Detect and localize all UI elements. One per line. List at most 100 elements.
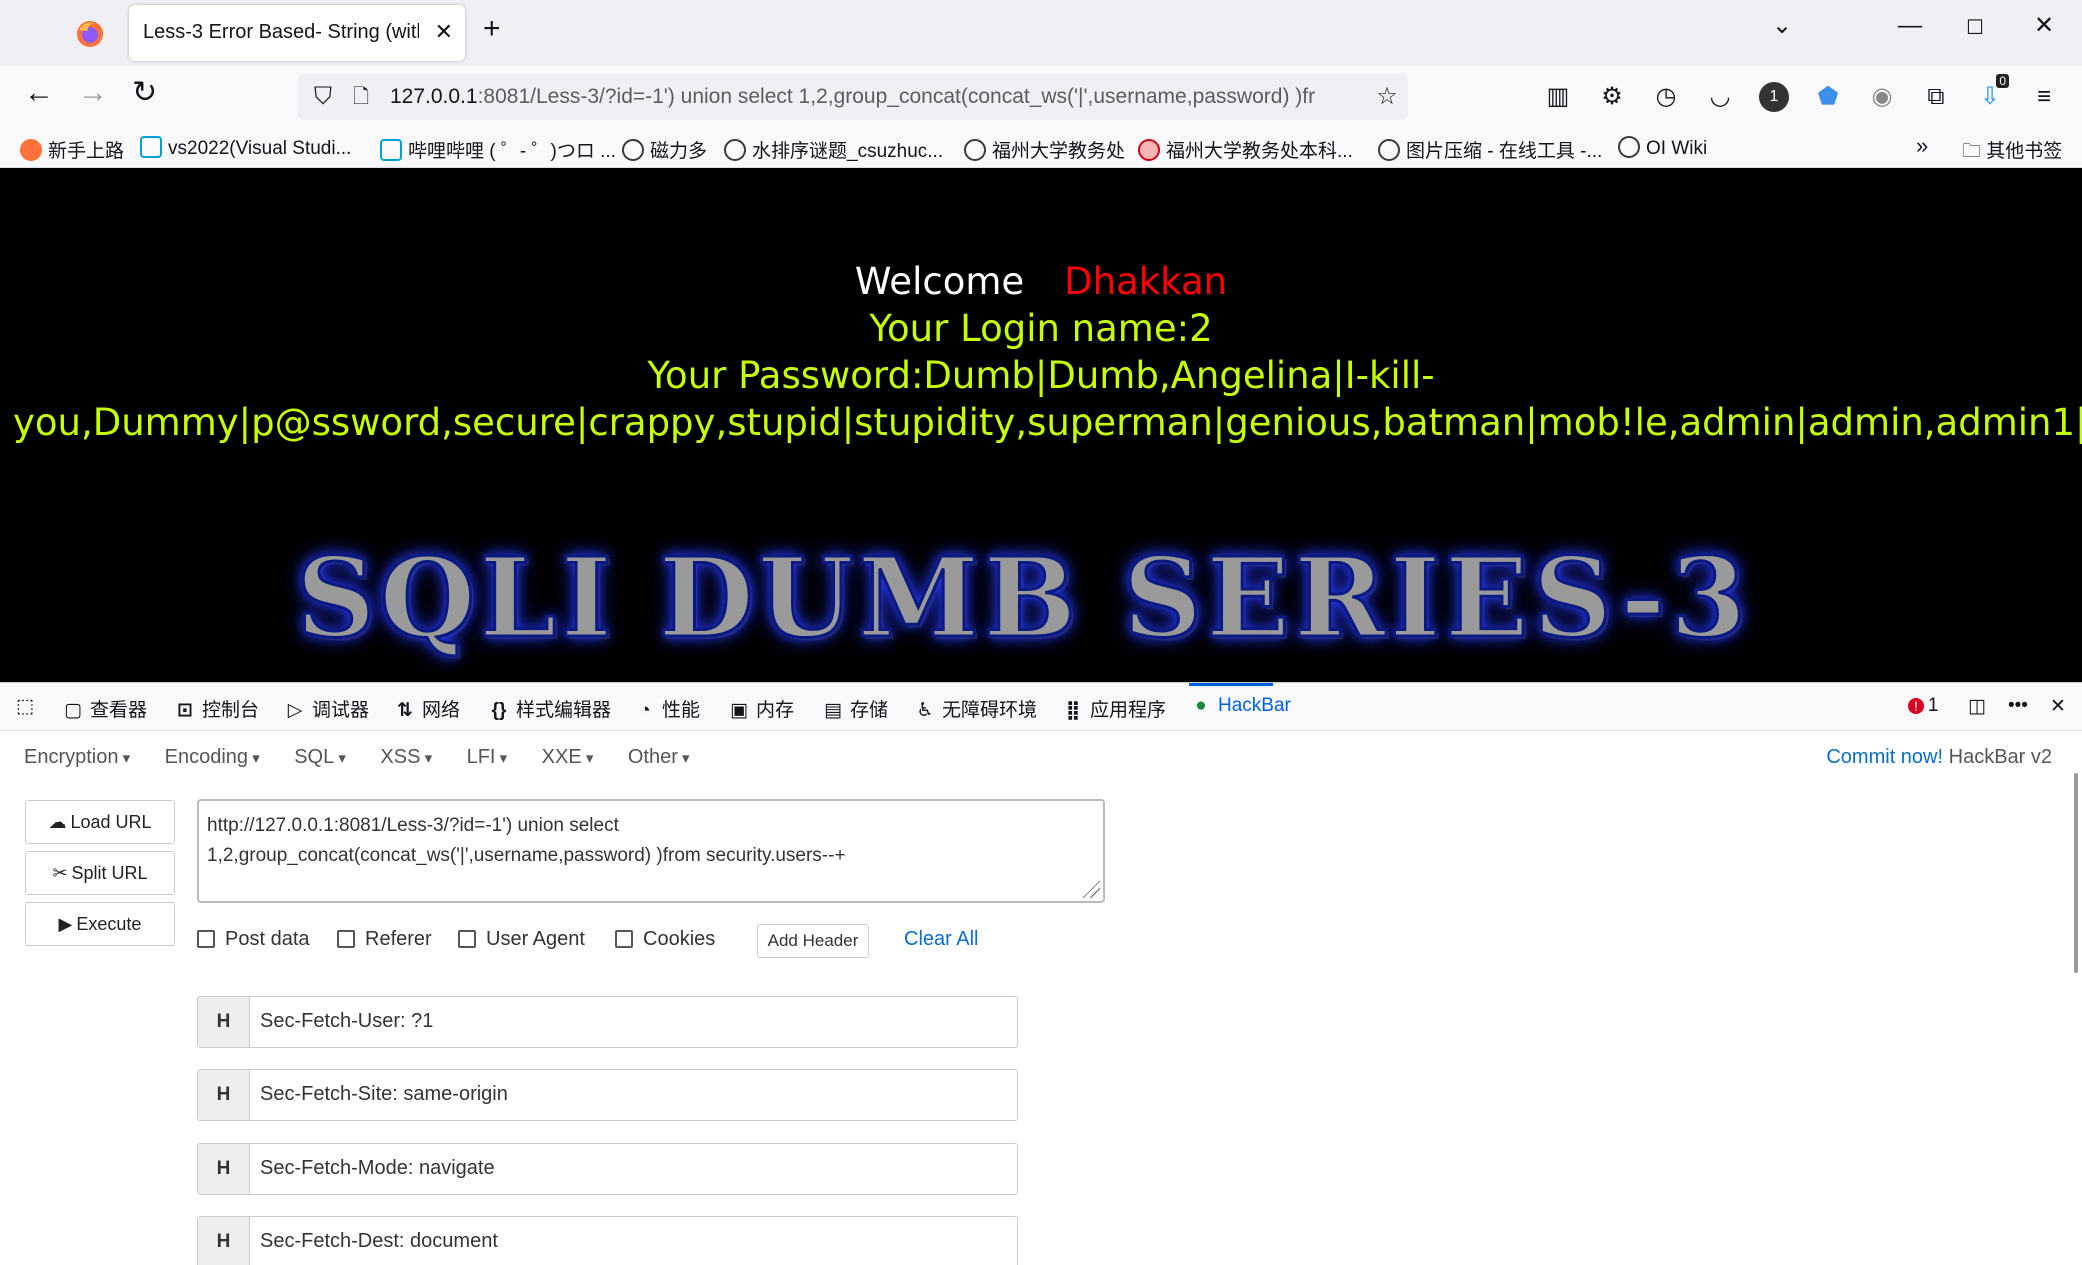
cookies-checkbox[interactable]: Cookies [615, 928, 715, 951]
extension-badge-icon[interactable]: 1 [1759, 82, 1789, 112]
menu-encoding[interactable]: Encoding [165, 746, 260, 769]
other-bookmarks[interactable]: 🗀 其他书签 [1962, 136, 2062, 169]
vpn-shield-icon[interactable]: ⬟ [1813, 82, 1843, 112]
checkbox-box[interactable] [615, 930, 633, 948]
tab-accessibility[interactable]: ♿ 无障碍环境 [914, 695, 1037, 722]
inspector-icon: ▢ [64, 700, 82, 721]
url-line-1: http://127.0.0.1:8081/Less-3/?id=-1') un… [207, 815, 619, 836]
header-row[interactable]: H Sec-Fetch-User: ?1 [197, 996, 1018, 1048]
pocket-icon[interactable]: ◡ [1705, 82, 1735, 112]
header-key: H [198, 1144, 250, 1194]
bookmark-item[interactable]: OI Wiki [1618, 136, 1707, 160]
checkbox-box[interactable] [197, 930, 215, 948]
header-row[interactable]: H Sec-Fetch-Mode: navigate [197, 1143, 1018, 1195]
tab-debugger[interactable]: ▷ 调试器 [284, 695, 369, 722]
menu-hamburger-icon[interactable]: ≡ [2029, 82, 2059, 112]
circle-extension-icon[interactable]: ◉ [1867, 82, 1897, 112]
header-value[interactable]: Sec-Fetch-User: ?1 [260, 1010, 433, 1033]
add-header-button[interactable]: Add Header [757, 924, 869, 958]
tab-application[interactable]: ⣿ 应用程序 [1062, 695, 1166, 722]
execute-button[interactable]: ▶ Execute [25, 902, 175, 946]
shield-icon[interactable]: ⛉ [308, 82, 338, 112]
header-value[interactable]: Sec-Fetch-Site: same-origin [260, 1083, 508, 1106]
tab-performance[interactable]: ◔ 性能 [634, 695, 700, 722]
referer-checkbox[interactable]: Referer [337, 928, 432, 951]
tab-title: Less-3 Error Based- String (with Tw [143, 21, 419, 43]
bookmark-star-icon[interactable]: ☆ [1372, 82, 1402, 112]
close-tab-icon[interactable]: ✕ [435, 19, 453, 45]
more-options-icon[interactable]: ••• [2008, 695, 2028, 717]
checkbox-box[interactable] [337, 930, 355, 948]
user-agent-checkbox[interactable]: User Agent [458, 928, 585, 951]
url-textarea[interactable]: http://127.0.0.1:8081/Less-3/?id=-1') un… [197, 799, 1105, 903]
tab-label: 无障碍环境 [942, 700, 1038, 721]
minimize-button[interactable]: — [1898, 14, 1922, 38]
load-url-button[interactable]: ☁ Load URL [25, 800, 175, 844]
tab-hackbar[interactable]: ● HackBar [1190, 695, 1291, 717]
bookmark-item[interactable]: 水排序谜题_csuzhuc... [724, 136, 943, 163]
clear-all-link[interactable]: Clear All [904, 928, 978, 951]
menu-sql[interactable]: SQL [294, 746, 346, 769]
hackbar-icon: ● [1195, 695, 1207, 716]
dock-side-icon[interactable]: ◫ [1968, 695, 1986, 718]
address-bar[interactable]: ⛉ 🗋 127.0.0.1:8081/Less-3/?id=-1') union… [298, 74, 1408, 120]
bookmark-label: 磁力多 [650, 141, 708, 162]
option-label: Referer [365, 928, 432, 950]
bookmark-item[interactable]: 福州大学教务处 [964, 136, 1125, 163]
reader-view-icon[interactable]: ▥ [1543, 82, 1573, 112]
commit-now-link[interactable]: Commit now! [1826, 746, 1943, 768]
header-value[interactable]: Sec-Fetch-Mode: navigate [260, 1157, 495, 1180]
tab-network[interactable]: ⇅ 网络 [394, 695, 460, 722]
split-url-button[interactable]: ✂ Split URL [25, 851, 175, 895]
back-icon[interactable]: ← [24, 78, 54, 108]
header-row[interactable]: H Sec-Fetch-Dest: document [197, 1216, 1018, 1265]
resize-grip-icon[interactable] [1082, 880, 1100, 898]
extensions-puzzle-icon[interactable]: ⧉ [1921, 82, 1951, 112]
tab-less-3[interactable]: Less-3 Error Based- String (with Tw ✕ [129, 5, 465, 61]
settings-gear-icon[interactable]: ⚙ [1597, 82, 1627, 112]
login-name-text: Your Login name:2 [869, 307, 1213, 350]
hackbar-menu: Encryption Encoding SQL XSS LFI XXE Othe… [24, 746, 720, 786]
new-tab-button[interactable]: + [483, 14, 501, 44]
bookmark-item[interactable]: 新手上路 [20, 136, 124, 163]
post-data-checkbox[interactable]: Post data [197, 928, 310, 951]
more-bookmarks-chevron-icon[interactable]: » [1916, 133, 1928, 159]
bookmark-item[interactable]: 图片压缩 - 在线工具 -... [1378, 136, 1602, 163]
globe-icon [1618, 136, 1640, 158]
menu-xss[interactable]: XSS [380, 746, 432, 769]
history-clock-icon[interactable]: ◷ [1651, 82, 1681, 112]
menu-lfi[interactable]: LFI [467, 746, 508, 769]
forward-icon[interactable]: → [78, 78, 108, 108]
sqli-dumb-series-logo: SQLI DUMB SERIES-3 [294, 532, 1751, 664]
list-tabs-icon[interactable]: ⌄ [1772, 14, 1792, 38]
error-count-badge[interactable]: ! 1 [1908, 695, 1938, 717]
bookmark-label: OI Wiki [1646, 138, 1708, 159]
bookmark-item[interactable]: 哔哩哔哩 ( ゜- ゜)つロ ... [380, 136, 616, 163]
bookmark-item[interactable]: 福州大学教务处本科... [1138, 136, 1353, 163]
url-text[interactable]: 127.0.0.1:8081/Less-3/?id=-1') union sel… [390, 85, 1360, 109]
menu-xxe[interactable]: XXE [542, 746, 594, 769]
panel-scrollbar[interactable] [2074, 773, 2078, 973]
menu-other[interactable]: Other [628, 746, 690, 769]
reload-icon[interactable]: ↻ [132, 78, 157, 108]
tab-style-editor[interactable]: {} 样式编辑器 [488, 695, 611, 722]
download-badge-icon[interactable]: ⇩ 0 [1975, 74, 2009, 112]
maximize-button[interactable]: ☐ [1966, 18, 1984, 38]
menu-encryption[interactable]: Encryption [24, 746, 130, 769]
welcome-line: Welcome Dhakkan [0, 260, 2082, 303]
header-value[interactable]: Sec-Fetch-Dest: document [260, 1230, 498, 1253]
element-picker-icon[interactable]: ⬚ [14, 695, 42, 718]
bookmark-item[interactable]: 磁力多 [622, 136, 707, 163]
bookmark-item[interactable]: vs2022(Visual Studi... [140, 136, 351, 160]
tab-storage[interactable]: ▤ 存储 [822, 695, 888, 722]
checkbox-box[interactable] [458, 930, 476, 948]
tab-console[interactable]: ⊡ 控制台 [174, 695, 259, 722]
tab-memory[interactable]: ▣ 内存 [728, 695, 794, 722]
tab-inspector[interactable]: ▢ 查看器 [62, 695, 147, 722]
firefox-icon[interactable] [74, 18, 106, 50]
close-devtools-icon[interactable]: ✕ [2050, 695, 2066, 718]
header-row[interactable]: H Sec-Fetch-Site: same-origin [197, 1069, 1018, 1121]
console-icon: ⊡ [177, 700, 193, 721]
close-window-button[interactable]: ✕ [2034, 14, 2054, 38]
style-editor-icon: {} [491, 700, 507, 721]
